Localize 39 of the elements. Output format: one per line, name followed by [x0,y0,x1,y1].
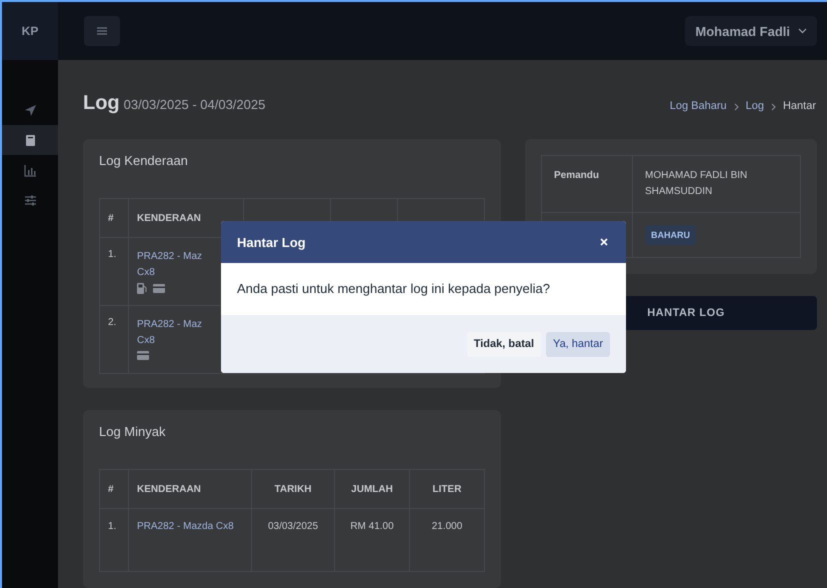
table-cell: 03/03/2025 [252,508,334,572]
column-header: # [100,198,128,238]
table-cell: RM 41.00 [334,508,410,572]
column-header: KENDERAAN [128,470,252,508]
chevron-right-icon [770,102,776,110]
table-cell: 2. [100,306,128,374]
column-header: # [100,470,128,508]
status-badge: BAHARU [645,225,696,245]
breadcrumb-link[interactable]: Log Baharu [670,100,727,112]
column-header: LITER [410,470,484,508]
card-title: Log Kenderaan [99,153,189,168]
field-label: Pemandu [542,156,632,212]
chevron-down-icon [798,28,807,34]
menu-icon [97,27,107,35]
book-icon [24,134,36,146]
menu-button[interactable] [84,16,120,46]
table-cell: 1. [100,238,128,306]
breadcrumb-link[interactable]: Log [746,100,764,112]
dialog-title: Hantar Log [237,234,306,250]
table-cell: 21.000 [410,508,484,572]
bar-chart-icon [24,164,36,176]
sliders-icon [24,194,36,206]
field-value: MOHAMAD FADLI BIN SHAMSUDDIN [632,156,800,212]
user-menu-button[interactable]: Mohamad Fadli [685,16,817,46]
confirm-button[interactable]: Ya, hantar [546,332,610,356]
close-button[interactable] [598,236,610,248]
dialog-message: Anda pasti untuk menghantar log ini kepada penyelia? [236,280,551,298]
logo: KP [2,2,58,60]
date-range: 03/03/2025 - 04/03/2025 [124,97,266,112]
card-title: Log Minyak [99,424,166,439]
table-cell: 1. [100,508,128,572]
column-header: TARIKH [252,470,334,508]
sidebar-item[interactable] [2,125,58,155]
page-title: Log [83,92,120,115]
cancel-button[interactable]: Tidak, batal [466,332,542,356]
navigation-arrow-icon [24,104,36,116]
chevron-right-icon [734,102,739,110]
column-header: JUMLAH [334,470,410,508]
close-icon [600,238,608,246]
